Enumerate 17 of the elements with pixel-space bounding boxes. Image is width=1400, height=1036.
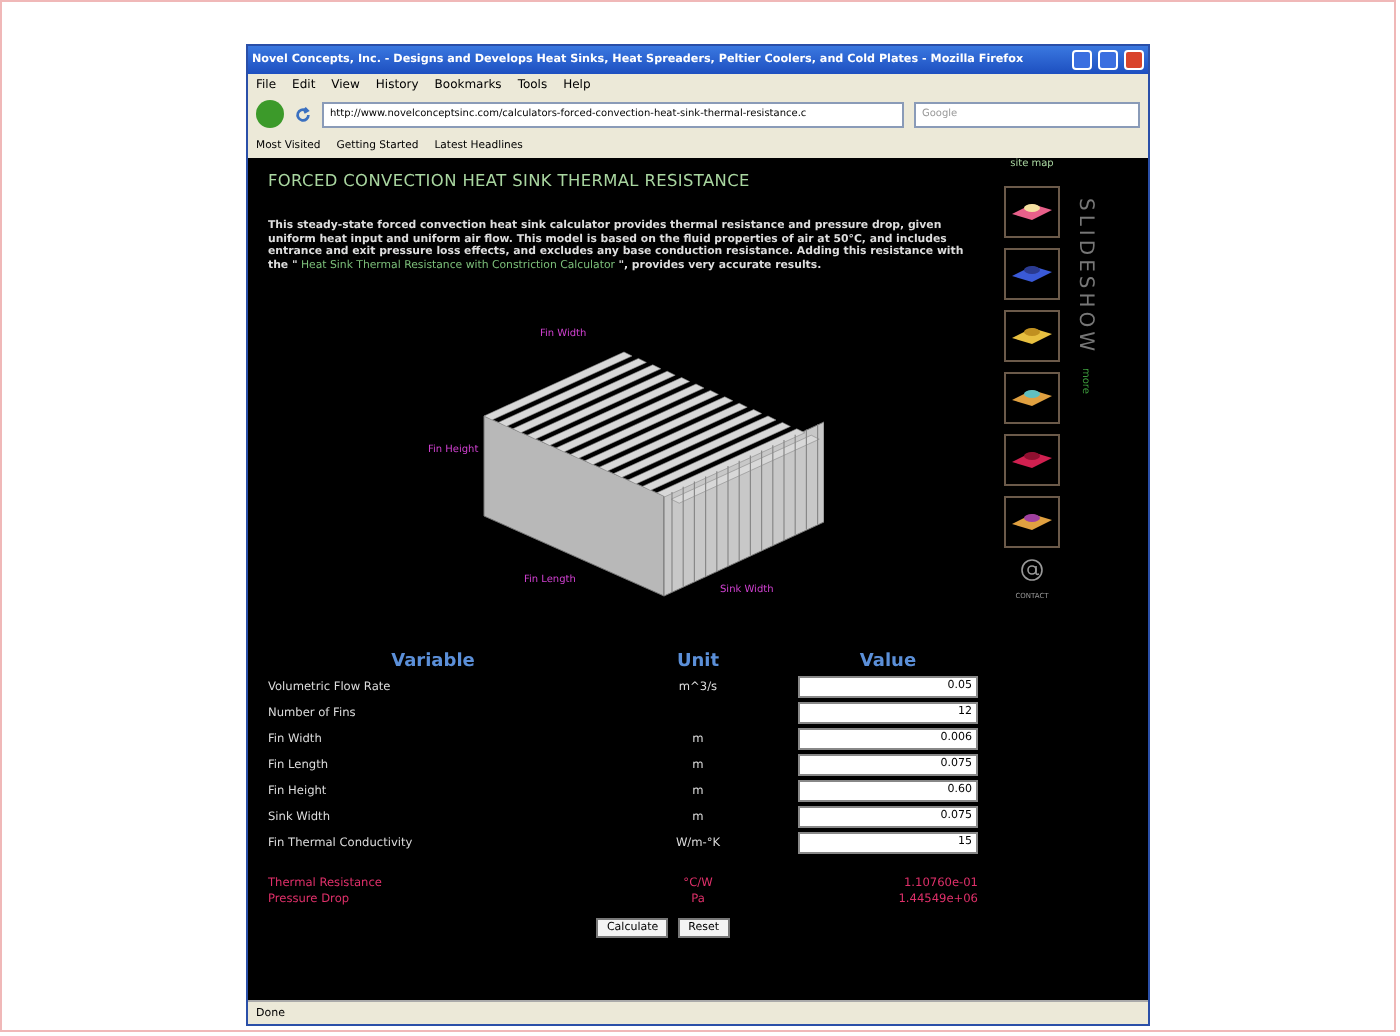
close-button[interactable]	[1124, 50, 1144, 70]
column-header: Unit	[674, 652, 722, 673]
page-heading: FORCED CONVECTION HEAT SINK THERMAL RESISTANCE	[268, 170, 752, 190]
minimize-button[interactable]	[1072, 50, 1092, 70]
column-header: Variable	[389, 652, 477, 673]
slide-thumbnail[interactable]	[1004, 186, 1060, 238]
slide-thumbnail[interactable]	[1004, 248, 1060, 300]
back-button[interactable]	[256, 100, 284, 128]
slide-thumbnail[interactable]	[1004, 496, 1060, 548]
slide-thumbnail[interactable]	[1004, 434, 1060, 486]
maximize-button[interactable]	[1098, 50, 1118, 70]
column-header: Value	[857, 652, 919, 673]
slide-thumbnail[interactable]	[1004, 372, 1060, 424]
slideshow-label: SLIDESHOW	[1074, 198, 1096, 356]
reload-icon[interactable]	[294, 105, 312, 123]
slide-thumbnail[interactable]	[1004, 310, 1060, 362]
at-icon[interactable]	[1020, 558, 1044, 582]
